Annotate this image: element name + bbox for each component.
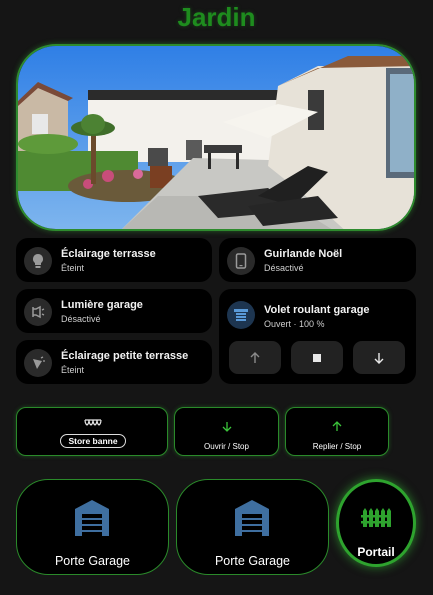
arrow-up-icon — [250, 351, 260, 363]
garage-door-icon — [75, 500, 109, 536]
tile-lumiere-garage[interactable]: Lumière garage Désactivé — [16, 289, 212, 333]
garage-door-icon — [235, 500, 269, 536]
tile-state: Ouvert · 100 % — [264, 319, 325, 329]
wall-light-icon — [24, 298, 52, 326]
stop-icon — [313, 353, 321, 362]
store-replier-label: Replier / Stop — [312, 442, 362, 451]
store-replier-button[interactable]: Replier / Stop — [285, 407, 389, 456]
tile-name: Volet roulant garage — [264, 304, 370, 316]
tile-eclairage-petite-terrasse[interactable]: Éclairage petite terrasse Éteint — [16, 340, 212, 384]
garage-door-button-1[interactable]: Porte Garage — [16, 479, 169, 575]
tile-state: Désactivé — [61, 314, 101, 324]
lightbulb-icon — [24, 247, 52, 275]
cover-open-button[interactable] — [229, 341, 281, 374]
store-banne-label: Store banne — [60, 434, 126, 448]
tile-guirlande-noel[interactable]: Guirlande Noël Désactivé — [219, 238, 416, 282]
arrow-up-icon — [332, 421, 342, 431]
tile-name: Éclairage terrasse — [61, 248, 156, 260]
garage-door-label: Porte Garage — [54, 554, 131, 568]
cover-stop-button[interactable] — [291, 341, 343, 374]
tile-state: Éteint — [61, 263, 85, 273]
arrow-down-icon — [222, 422, 232, 432]
tile-state: Désactivé — [264, 263, 304, 273]
arrow-down-icon — [374, 352, 384, 364]
garage-door-label: Porte Garage — [214, 554, 291, 568]
tile-name: Éclairage petite terrasse — [61, 350, 189, 362]
store-banne-button[interactable]: Store banne — [16, 407, 168, 456]
tile-volet-roulant-garage[interactable]: Volet roulant garage Ouvert · 100 % — [219, 289, 416, 384]
tile-name: Lumière garage — [61, 299, 143, 311]
tile-name: Guirlande Noël — [264, 248, 343, 260]
roller-shutter-icon — [227, 301, 255, 329]
portail-label: Portail — [357, 545, 395, 559]
store-ouvrir-button[interactable]: Ouvrir / Stop — [174, 407, 279, 456]
cover-close-button[interactable] — [353, 341, 405, 374]
store-ouvrir-label: Ouvrir / Stop — [204, 442, 249, 451]
tile-state: Éteint — [61, 365, 85, 375]
portail-button[interactable]: Portail — [336, 479, 416, 567]
light-off-icon — [24, 349, 52, 377]
gate-icon — [361, 508, 391, 527]
page-title: Jardin — [177, 2, 256, 32]
awning-icon — [84, 419, 102, 426]
tile-eclairage-terrasse[interactable]: Éclairage terrasse Éteint — [16, 238, 212, 282]
smartphone-icon — [227, 247, 255, 275]
garage-door-button-2[interactable]: Porte Garage — [176, 479, 329, 575]
garden-photo — [16, 44, 416, 231]
